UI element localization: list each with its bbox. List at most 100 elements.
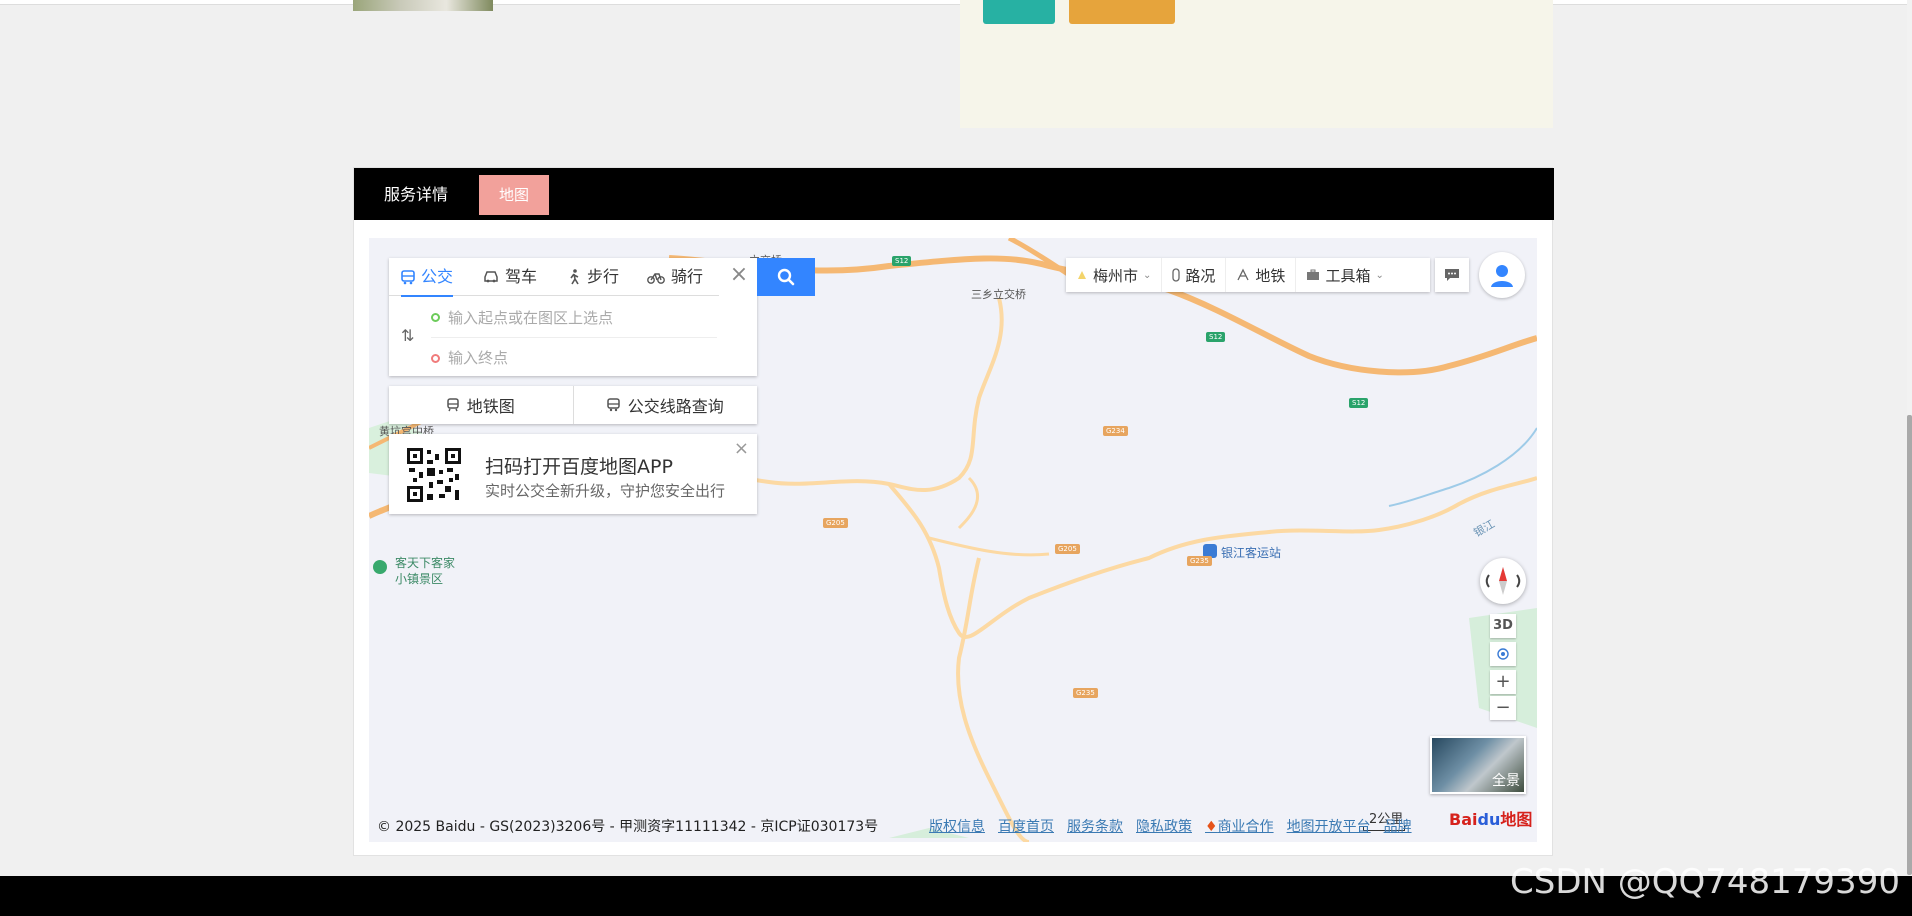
link-privacy[interactable]: 隐私政策 [1136, 816, 1192, 836]
search-button[interactable] [757, 258, 815, 296]
road-shield: G235 [1187, 556, 1212, 566]
chevron-down-icon: ⌄ [1143, 269, 1152, 281]
start-input[interactable] [448, 308, 708, 327]
bus-line-icon [606, 398, 620, 412]
fire-icon: ♦ [1205, 819, 1218, 835]
start-field-row [431, 298, 717, 338]
app-promo: 扫码打开百度地图APP 实时公交全新升级，守护您安全出行 × [389, 434, 757, 514]
previous-thumbnail [353, 0, 493, 11]
service-card: 服务详情 地图 立交桥 交 三乡立交桥 黄坑宫中桥 客天下客家 [353, 167, 1554, 856]
train-icon [446, 398, 459, 412]
watermark: CSDN @QQ748179390 [1510, 862, 1900, 902]
road-shield: S12 [1206, 332, 1226, 342]
tab-service-details[interactable]: 服务详情 [364, 175, 468, 215]
road-shield: S12 [892, 256, 912, 266]
road-shield: G205 [1055, 544, 1080, 554]
tab-bar: 服务详情 地图 [354, 168, 1554, 220]
map-copyright: © 2025 Baidu - GS(2023)3206号 - 甲测资字11111… [377, 819, 879, 835]
compass-icon [1485, 567, 1521, 595]
link-brand[interactable]: 品牌 [1384, 816, 1412, 836]
mode-drive[interactable]: 驾车 [483, 258, 537, 296]
subway-icon [1237, 268, 1250, 281]
locate-icon [1497, 647, 1509, 660]
traffic-light-icon [1172, 268, 1181, 282]
route-panel: 公交 驾车 步行 骑行 × ⇅ [389, 258, 757, 376]
link-business-label: 商业合作 [1217, 819, 1274, 835]
poi-hakka-town-2[interactable]: 小镇景区 [395, 570, 443, 587]
toolbox-label: 工具箱 [1325, 266, 1371, 285]
bike-icon [647, 273, 665, 284]
top-edge [0, 0, 1912, 5]
map-footer-links: 版权信息 百度首页 服务条款 隐私政策 ♦商业合作 地图开放平台 品牌 [929, 816, 1412, 836]
mode-drive-label: 驾车 [505, 267, 538, 286]
previous-teal-button[interactable] [983, 0, 1055, 24]
logo-part-c: 地图 [1500, 810, 1533, 829]
chevron-down-icon: ⌄ [1375, 269, 1384, 281]
panorama-label: 全景 [1492, 773, 1520, 789]
subway-map-label: 地铁图 [466, 397, 515, 416]
3d-button[interactable]: 3D [1490, 614, 1516, 638]
end-field-row [431, 338, 717, 378]
panorama-button[interactable]: 全景 [1430, 736, 1526, 794]
bus-line-label: 公交线路查询 [627, 397, 724, 416]
map-toolbar: 梅州市 ⌄ 路况 地铁 工具箱 ⌄ [1066, 258, 1430, 292]
bus-icon [401, 269, 415, 284]
mode-bus-label: 公交 [421, 267, 454, 286]
link-copyright-info[interactable]: 版权信息 [929, 816, 985, 836]
toolbox-button[interactable]: 工具箱 ⌄ [1295, 258, 1393, 292]
end-dot-icon [431, 353, 440, 363]
road-shield: G235 [1073, 688, 1098, 698]
link-business[interactable]: ♦商业合作 [1205, 816, 1274, 836]
logo-part-a: Bai [1449, 810, 1478, 829]
mode-walk[interactable]: 步行 [567, 258, 619, 296]
start-dot-icon [431, 313, 440, 322]
user-button[interactable] [1479, 252, 1525, 298]
compass-control[interactable] [1480, 558, 1526, 604]
walk-icon [570, 269, 579, 285]
user-icon [1491, 265, 1513, 287]
label-interchange-1: 三乡立交桥 [971, 288, 1026, 301]
city-selector[interactable]: 梅州市 ⌄ [1066, 258, 1161, 292]
toolbox-icon [1307, 269, 1320, 280]
city-icon [1078, 271, 1086, 279]
mode-walk-label: 步行 [587, 267, 620, 286]
previous-orange-button[interactable] [1069, 0, 1175, 24]
scenic-marker-icon[interactable] [373, 560, 387, 574]
traffic-label: 路况 [1185, 266, 1216, 285]
poi-hakka-town-1[interactable]: 客天下客家 [395, 554, 455, 571]
link-open-platform[interactable]: 地图开放平台 [1287, 816, 1371, 836]
baidu-map[interactable]: 立交桥 交 三乡立交桥 黄坑宫中桥 客天下客家 小镇景区 银江客运站 银江 S1… [369, 238, 1537, 842]
qr-code[interactable] [405, 446, 463, 504]
traffic-button[interactable]: 路况 [1161, 258, 1225, 292]
road-shield: G205 [823, 518, 848, 528]
mode-bike[interactable]: 骑行 [647, 258, 703, 296]
car-icon [484, 271, 498, 283]
baidu-map-logo[interactable]: Baidu地图 [1449, 806, 1532, 830]
zoom-in-button[interactable]: + [1490, 670, 1516, 694]
chat-icon [1445, 269, 1459, 281]
bus-line-button[interactable]: 公交线路查询 [572, 386, 758, 424]
subway-map-button[interactable]: 地铁图 [389, 386, 573, 424]
end-input[interactable] [448, 349, 708, 367]
subway-label: 地铁 [1255, 266, 1286, 285]
search-icon [777, 268, 795, 286]
tab-map[interactable]: 地图 [479, 175, 550, 215]
page-scrollbar[interactable] [1907, 0, 1912, 876]
scrollbar-thumb[interactable] [1907, 415, 1912, 875]
link-terms[interactable]: 服务条款 [1067, 816, 1123, 836]
zoom-out-button[interactable]: − [1490, 696, 1516, 720]
subway-button[interactable]: 地铁 [1225, 258, 1295, 292]
close-icon[interactable]: × [727, 264, 751, 288]
close-promo-icon[interactable]: × [734, 438, 749, 459]
transit-shortcuts: 地铁图 公交线路查询 [389, 386, 757, 424]
promo-title: 扫码打开百度地图APP [485, 456, 673, 478]
road-shield: S12 [1349, 398, 1369, 408]
swap-icon[interactable]: ⇅ [401, 326, 414, 345]
city-label: 梅州市 [1093, 266, 1139, 285]
locate-button[interactable] [1490, 642, 1516, 666]
poi-bus-station[interactable]: 银江客运站 [1221, 544, 1281, 561]
mode-bus[interactable]: 公交 [401, 258, 454, 297]
feedback-button[interactable] [1435, 258, 1469, 292]
link-baidu-home[interactable]: 百度首页 [998, 816, 1054, 836]
mode-bike-label: 骑行 [671, 267, 704, 286]
